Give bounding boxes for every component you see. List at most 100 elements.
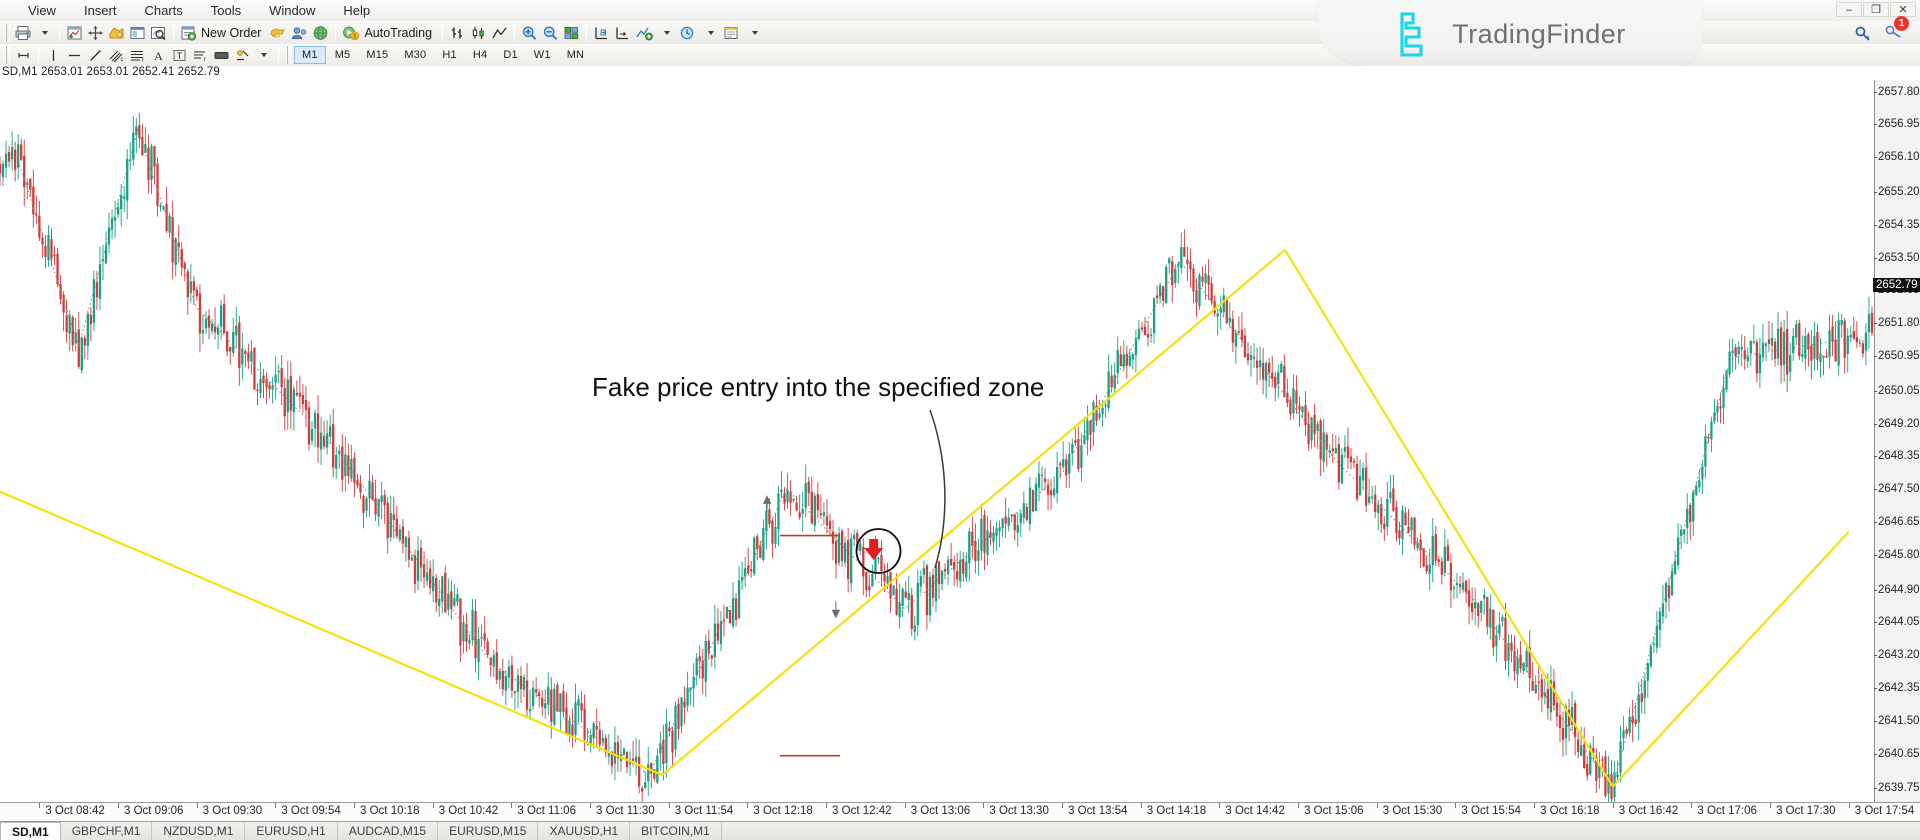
close-button[interactable]: ✕: [1890, 2, 1916, 17]
price-tick-label: 2656.10: [1874, 151, 1920, 164]
metatrader-window: View Insert Charts Tools Window Help New…: [0, 0, 1920, 840]
chart-tab-bitcoinm1[interactable]: BITCOIN,M1: [630, 822, 722, 840]
shapes-dropdown-icon[interactable]: [232, 45, 253, 65]
data-window-icon[interactable]: [127, 23, 148, 43]
candlestick-chart-icon[interactable]: [468, 23, 489, 43]
time-tick-mark: [1455, 803, 1457, 808]
menu-item-view[interactable]: View: [14, 1, 70, 20]
time-tick-mark: [1062, 803, 1064, 808]
new-chart-icon[interactable]: [64, 23, 85, 43]
zoom-find-icon[interactable]: [148, 23, 169, 43]
horizontal-line-icon[interactable]: [64, 45, 85, 65]
timeframe-button-h1[interactable]: H1: [435, 46, 463, 64]
minimize-button[interactable]: –: [1836, 2, 1862, 17]
price-tick-label: 2647.50: [1874, 483, 1920, 496]
time-tick-label: 3 Oct 14:42: [1225, 805, 1285, 817]
price-tick-label: 2639.75: [1874, 782, 1920, 795]
zoom-in-icon[interactable]: [519, 23, 540, 43]
chart-tab-sdm1[interactable]: SD,M1: [0, 822, 61, 840]
equidistant-channel-icon[interactable]: c: [106, 45, 127, 65]
menu-item-insert[interactable]: Insert: [70, 1, 131, 20]
notification-wrapper[interactable]: 1: [1884, 16, 1909, 45]
chart-tab-gbpchfm1[interactable]: GBPCHF,M1: [61, 822, 153, 840]
chart-tab-eurusdm15[interactable]: EURUSD,M15: [438, 822, 539, 840]
toolbar-separator: [586, 24, 588, 41]
zoom-out-icon[interactable]: [540, 23, 561, 43]
text-label-icon[interactable]: T: [169, 45, 190, 65]
templates-dropdown-arrow-icon[interactable]: [744, 23, 765, 43]
toolbar-grip[interactable]: [5, 46, 10, 64]
timeframe-button-m5[interactable]: M5: [328, 46, 358, 64]
arrows-icon[interactable]: f: [190, 45, 211, 65]
indicators-dropdown-arrow-icon[interactable]: [656, 23, 677, 43]
price-tick-label: 2656.95: [1874, 118, 1920, 131]
chart-tab-nzdusdm1[interactable]: NZDUSD,M1: [152, 822, 246, 840]
strategy-tester-icon[interactable]: [289, 23, 310, 43]
autotrading-icon[interactable]: $: [340, 23, 362, 43]
tile-windows-icon[interactable]: [561, 23, 582, 43]
timeframe-button-h4[interactable]: H4: [466, 46, 494, 64]
time-tick-mark: [275, 803, 277, 808]
metaeditor-icon[interactable]: [310, 23, 331, 43]
trendline-icon[interactable]: [85, 45, 106, 65]
time-tick-mark: [1534, 803, 1536, 808]
toolbar-separator: [173, 24, 174, 41]
window-controls: – ❐ ✕: [1836, 2, 1916, 17]
chart-shift-icon[interactable]: [612, 23, 633, 43]
templates-icon[interactable]: [721, 23, 744, 43]
time-tick-label: 3 Oct 09:54: [281, 805, 341, 817]
price-tick-label: 2657.80: [1874, 85, 1920, 98]
toolbar-grip[interactable]: [5, 23, 10, 42]
time-tick-mark: [1691, 803, 1693, 808]
menu-item-charts[interactable]: Charts: [130, 1, 196, 20]
menu-item-tools[interactable]: Tools: [197, 1, 255, 20]
bar-chart-icon[interactable]: [447, 23, 468, 43]
search-key-icon[interactable]: [1854, 25, 1872, 43]
timeframe-button-mn[interactable]: MN: [560, 46, 592, 64]
menu-item-help[interactable]: Help: [329, 1, 384, 20]
indicators-icon[interactable]: [633, 23, 656, 43]
time-tick-mark: [826, 803, 828, 808]
price-chart[interactable]: [0, 80, 1875, 802]
notification-count-badge: 1: [1894, 16, 1909, 31]
time-tick-mark: [668, 803, 670, 808]
auto-scroll-icon[interactable]: [591, 23, 612, 43]
fibonacci-retracement-icon[interactable]: f: [127, 45, 148, 65]
price-axis-labels[interactable]: 2657.80 2656.95 2656.10 2655.20 2654.35 2653.…: [1873, 80, 1920, 802]
print-icon[interactable]: [13, 23, 34, 43]
time-tick-mark: [1376, 803, 1378, 808]
shapes-dropdown-arrow-icon[interactable]: [253, 45, 274, 65]
timeframe-group-grip[interactable]: [286, 46, 291, 64]
timeframe-button-w1[interactable]: W1: [527, 46, 558, 64]
rectangle-icon[interactable]: [211, 45, 232, 65]
timeframe-button-d1[interactable]: D1: [496, 46, 524, 64]
line-chart-icon[interactable]: [489, 23, 510, 43]
vertical-line-icon[interactable]: [43, 45, 64, 65]
chart-tab-xauusdh1[interactable]: XAUUSD,H1: [538, 822, 631, 840]
time-tick-label: 3 Oct 13:06: [910, 805, 971, 817]
chart-tab-audcadm15[interactable]: AUDCAD,M15: [338, 822, 439, 840]
time-tick-label: 3 Oct 10:42: [438, 805, 499, 817]
timeframe-button-m30[interactable]: M30: [397, 46, 433, 64]
crosshair-icon[interactable]: [85, 23, 106, 43]
chart-tab-eurusdh1[interactable]: EURUSD,H1: [245, 822, 338, 840]
cursor-icon[interactable]: [13, 45, 34, 65]
timeframe-button-m1[interactable]: M1: [294, 46, 326, 64]
expert-advisor-icon[interactable]: [106, 23, 127, 43]
timeframe-button-m15[interactable]: M15: [359, 46, 395, 64]
periods-dropdown-arrow-icon[interactable]: [700, 23, 721, 43]
time-tick-label: 3 Oct 09:06: [124, 805, 184, 817]
history-icon[interactable]: [267, 23, 289, 43]
print-dropdown-arrow-icon[interactable]: [34, 23, 55, 43]
new-order-button[interactable]: [178, 23, 199, 43]
restore-button[interactable]: ❐: [1863, 2, 1889, 17]
text-icon[interactable]: A: [148, 45, 169, 65]
time-axis[interactable]: 3 Oct 08:42 3 Oct 09:06 3 Oct 09:30 3 Oct 0…: [0, 802, 1920, 822]
supply-zone-lines: [780, 534, 840, 757]
menu-item-window[interactable]: Window: [255, 1, 329, 20]
time-tick-label: 3 Oct 12:18: [753, 805, 813, 817]
periods-icon[interactable]: [677, 23, 700, 43]
new-order-label: New Order: [201, 25, 262, 40]
price-tick-label: 2654.35: [1874, 218, 1920, 231]
chart-canvas: [0, 112, 1875, 802]
